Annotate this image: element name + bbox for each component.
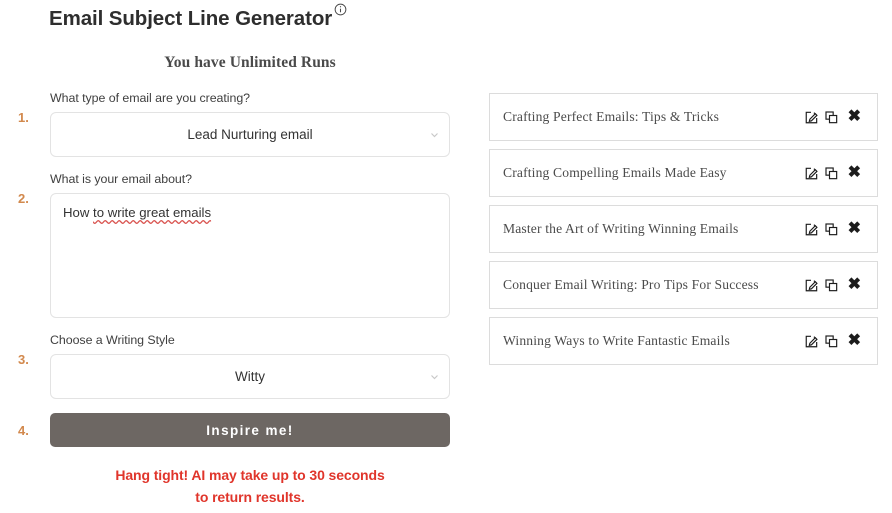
close-x-icon[interactable]: ✖ xyxy=(842,109,863,125)
email-about-textarea[interactable]: How to write great emails xyxy=(50,193,450,318)
result-card: Crafting Compelling Emails Made Easy ✖ xyxy=(489,149,878,197)
result-actions: ✖ xyxy=(802,221,863,237)
field-writing-style: 3. Choose a Writing Style Witty xyxy=(0,332,470,399)
inspire-me-button[interactable]: Inspire me! xyxy=(50,413,450,447)
edit-pencil-icon[interactable] xyxy=(802,222,821,237)
close-x-icon[interactable]: ✖ xyxy=(842,221,863,237)
writing-style-value: Witty xyxy=(235,369,265,384)
email-type-value: Lead Nurturing email xyxy=(187,127,313,142)
edit-pencil-icon[interactable] xyxy=(802,110,821,125)
result-text: Conquer Email Writing: Pro Tips For Succ… xyxy=(503,277,759,292)
processing-notice: Hang tight! AI may take up to 30 seconds… xyxy=(50,464,450,508)
field-submit: 4. Inspire me! xyxy=(0,413,470,447)
results-list: Crafting Perfect Emails: Tips & Tricks ✖… xyxy=(489,93,878,373)
step-number-1: 1. xyxy=(18,110,29,125)
edit-pencil-icon[interactable] xyxy=(802,278,821,293)
email-type-select-wrap: Lead Nurturing email xyxy=(50,112,450,157)
result-card: Crafting Perfect Emails: Tips & Tricks ✖ xyxy=(489,93,878,141)
copy-icon[interactable] xyxy=(822,110,841,125)
writing-style-label: Choose a Writing Style xyxy=(50,333,175,347)
edit-pencil-icon[interactable] xyxy=(802,334,821,349)
step-number-2: 2. xyxy=(18,191,29,206)
result-card: Winning Ways to Write Fantastic Emails ✖ xyxy=(489,317,878,365)
result-text: Winning Ways to Write Fantastic Emails xyxy=(503,333,730,348)
field-email-about: 2. What is your email about? How to writ… xyxy=(0,171,470,318)
email-type-select[interactable]: Lead Nurturing email xyxy=(50,112,450,157)
result-actions: ✖ xyxy=(802,109,863,125)
result-actions: ✖ xyxy=(802,333,863,349)
step-number-4: 4. xyxy=(18,423,29,438)
email-about-label: What is your email about? xyxy=(50,172,192,186)
writing-style-select-wrap: Witty xyxy=(50,354,450,399)
email-about-text-misspelled: to write great emails xyxy=(93,205,212,220)
copy-icon[interactable] xyxy=(822,166,841,181)
close-x-icon[interactable]: ✖ xyxy=(842,277,863,293)
field-email-type: 1. What type of email are you creating? … xyxy=(0,90,470,157)
copy-icon[interactable] xyxy=(822,278,841,293)
generator-form: 1. What type of email are you creating? … xyxy=(0,90,470,447)
result-actions: ✖ xyxy=(802,277,863,293)
page-title: Email Subject Line Generator xyxy=(49,7,333,30)
step-number-3: 3. xyxy=(18,352,29,367)
info-circle-icon[interactable] xyxy=(334,3,347,16)
edit-pencil-icon[interactable] xyxy=(802,166,821,181)
result-card: Master the Art of Writing Winning Emails… xyxy=(489,205,878,253)
copy-icon[interactable] xyxy=(822,222,841,237)
processing-notice-line1: Hang tight! AI may take up to 30 seconds xyxy=(115,467,385,483)
close-x-icon[interactable]: ✖ xyxy=(842,333,863,349)
result-text: Crafting Compelling Emails Made Easy xyxy=(503,165,727,180)
processing-notice-line2: to return results. xyxy=(195,489,305,505)
writing-style-select[interactable]: Witty xyxy=(50,354,450,399)
copy-icon[interactable] xyxy=(822,334,841,349)
close-x-icon[interactable]: ✖ xyxy=(842,165,863,181)
result-card: Conquer Email Writing: Pro Tips For Succ… xyxy=(489,261,878,309)
page-header: Email Subject Line Generator xyxy=(49,3,347,32)
email-about-text-ok: How xyxy=(63,205,94,220)
result-actions: ✖ xyxy=(802,165,863,181)
unlimited-runs-banner: You have Unlimited Runs xyxy=(164,54,336,71)
result-text: Master the Art of Writing Winning Emails xyxy=(503,221,739,236)
email-type-label: What type of email are you creating? xyxy=(50,91,250,105)
result-text: Crafting Perfect Emails: Tips & Tricks xyxy=(503,109,720,124)
